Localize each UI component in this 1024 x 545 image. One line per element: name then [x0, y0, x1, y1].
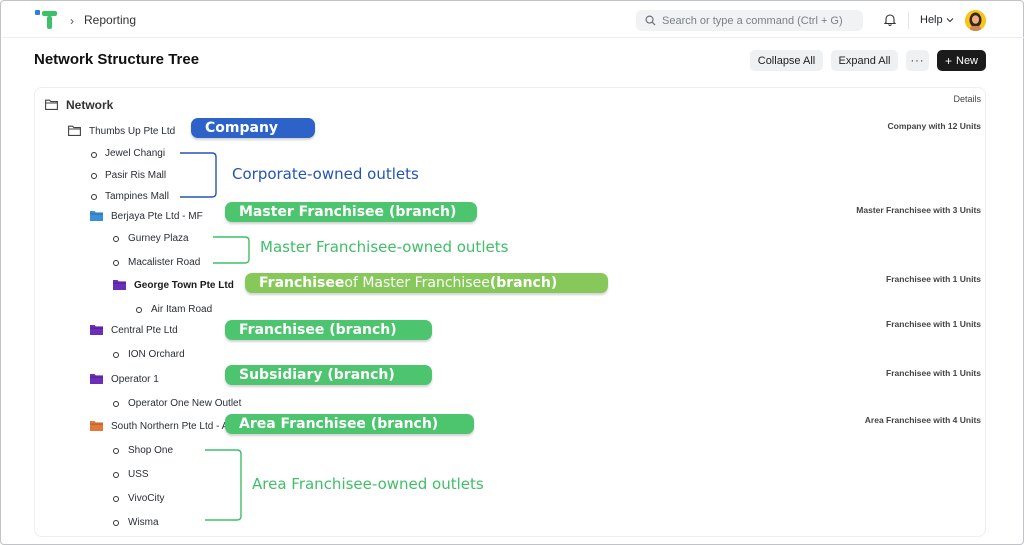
tree-leaf-outlet[interactable]: Shop One — [128, 445, 173, 456]
expand-all-button[interactable]: Expand All — [831, 50, 898, 71]
new-button[interactable]: + New — [937, 50, 986, 71]
annotation-subsidiary-pill: Subsidiary (branch) — [225, 365, 432, 385]
breadcrumb-reporting[interactable]: Reporting — [84, 13, 136, 27]
plus-icon: + — [944, 53, 952, 68]
leaf-bullet-icon — [136, 307, 142, 313]
folder-outline-icon[interactable] — [68, 125, 81, 136]
annotation-fof-bold1: Franchisee — [259, 275, 345, 291]
tree-leaf-outlet[interactable]: Gurney Plaza — [128, 233, 189, 244]
annotation-company-pill: Company — [191, 118, 315, 138]
tree-leaf-outlet[interactable]: Air Itam Road — [151, 304, 212, 315]
chevron-down-icon — [946, 18, 954, 23]
annotation-mf-bold: Master Franchisee — [239, 204, 385, 220]
annotation-franchisee-of-mf-pill: Franchisee of Master Franchisee (branch) — [245, 273, 608, 293]
app-window: › Reporting Search or type a command (Ct… — [0, 0, 1024, 545]
network-tree-card: Details Network Thumbs Up Pte Ltd Compan… — [34, 87, 986, 537]
tree-node-company[interactable]: Thumbs Up Pte Ltd — [89, 126, 175, 137]
help-label: Help — [920, 14, 943, 26]
search-placeholder: Search or type a command (Ctrl + G) — [662, 14, 843, 27]
leaf-bullet-icon — [91, 194, 97, 200]
annotation-company-text: Company — [205, 120, 279, 136]
annotation-fof-mid: of Master Franchisee — [344, 275, 490, 291]
tree-leaf-outlet[interactable]: ION Orchard — [128, 349, 185, 360]
annotation-area-franchisee-pill: Area Franchisee (branch) — [225, 414, 474, 434]
chevron-right-icon: › — [70, 14, 74, 28]
bracket-corporate-outlets — [180, 152, 217, 198]
user-avatar[interactable] — [965, 10, 986, 31]
tree-node-sub-franchisee[interactable]: George Town Pte Ltd — [134, 280, 234, 291]
node-detail-franchisee: Franchisee with 1 Units — [886, 319, 981, 329]
annotation-fof-bold2: (branch) — [489, 275, 558, 291]
node-detail-company: Company with 12 Units — [887, 121, 981, 131]
tree-leaf-outlet[interactable]: Operator One New Outlet — [128, 398, 241, 409]
navbar-divider — [908, 12, 909, 29]
details-column-header: Details — [953, 94, 981, 104]
leaf-bullet-icon — [113, 496, 119, 502]
folder-filled-purple-icon[interactable] — [90, 373, 103, 384]
node-detail-master-franchisee: Master Franchisee with 3 Units — [856, 205, 981, 215]
top-navbar: › Reporting Search or type a command (Ct… — [2, 2, 1024, 38]
leaf-bullet-icon — [113, 472, 119, 478]
annotation-franchisee-pill: Franchisee (branch) — [225, 320, 432, 340]
folder-filled-purple-icon[interactable] — [113, 279, 126, 290]
node-detail-sub-franchisee: Franchisee with 1 Units — [886, 274, 981, 284]
tree-leaf-outlet[interactable]: Macalister Road — [128, 257, 200, 268]
tree-leaf-outlet[interactable]: Pasir Ris Mall — [105, 170, 166, 181]
annotation-master-franchisee-pill: Master Franchisee (branch) — [225, 202, 477, 222]
app-logo-icon[interactable] — [35, 10, 59, 30]
leaf-bullet-icon — [113, 236, 119, 242]
annotation-mf-rest: (branch) — [388, 204, 457, 220]
tree-leaf-outlet[interactable]: VivoCity — [128, 493, 165, 504]
annotation-area-franchisee-text: Area Franchisee (branch) — [239, 416, 439, 432]
help-dropdown[interactable]: Help — [920, 14, 954, 26]
folder-filled-blue-icon[interactable] — [90, 210, 103, 221]
leaf-bullet-icon — [91, 173, 97, 179]
tree-leaf-outlet[interactable]: Jewel Changi — [105, 148, 165, 159]
annotation-franchisee-text: Franchisee (branch) — [239, 322, 397, 338]
leaf-bullet-icon — [113, 448, 119, 454]
annotation-master-owned-outlets: Master Franchisee-owned outlets — [260, 238, 509, 256]
tree-root-network[interactable]: Network — [66, 98, 113, 112]
annotation-corporate-outlets: Corporate-owned outlets — [232, 165, 419, 183]
collapse-all-button[interactable]: Collapse All — [750, 50, 823, 71]
new-button-label: New — [956, 54, 979, 67]
tree-leaf-outlet[interactable]: Tampines Mall — [105, 191, 169, 202]
tree-node-subsidiary[interactable]: Operator 1 — [111, 374, 159, 385]
tree-node-master-franchisee[interactable]: Berjaya Pte Ltd - MF — [111, 211, 203, 222]
node-detail-subsidiary: Franchisee with 1 Units — [886, 368, 981, 378]
leaf-bullet-icon — [113, 260, 119, 266]
leaf-bullet-icon — [91, 152, 97, 158]
tree-leaf-outlet[interactable]: Wisma — [128, 517, 159, 528]
leaf-bullet-icon — [113, 401, 119, 407]
annotation-subsidiary-text: Subsidiary (branch) — [239, 367, 395, 383]
annotation-area-owned-outlets: Area Franchisee-owned outlets — [252, 475, 484, 493]
bracket-master-owned-outlets — [213, 236, 250, 264]
tree-node-area-franchisee[interactable]: South Northern Pte Ltd - AF — [111, 421, 234, 432]
tree-node-franchisee[interactable]: Central Pte Ltd — [111, 325, 178, 336]
avatar-portrait-icon — [965, 10, 986, 31]
leaf-bullet-icon — [113, 520, 119, 526]
page-title: Network Structure Tree — [34, 51, 200, 68]
folder-outline-icon[interactable] — [45, 99, 58, 110]
node-detail-area-franchisee: Area Franchisee with 4 Units — [864, 415, 981, 425]
notification-bell-icon[interactable] — [884, 13, 896, 26]
more-actions-button[interactable]: ··· — [906, 50, 929, 71]
bracket-area-owned-outlets — [205, 449, 242, 521]
search-input[interactable]: Search or type a command (Ctrl + G) — [636, 10, 863, 31]
search-icon — [645, 15, 656, 26]
folder-filled-purple-icon[interactable] — [90, 324, 103, 335]
tree-leaf-outlet[interactable]: USS — [128, 469, 149, 480]
leaf-bullet-icon — [113, 352, 119, 358]
folder-filled-orange-icon[interactable] — [90, 420, 103, 431]
